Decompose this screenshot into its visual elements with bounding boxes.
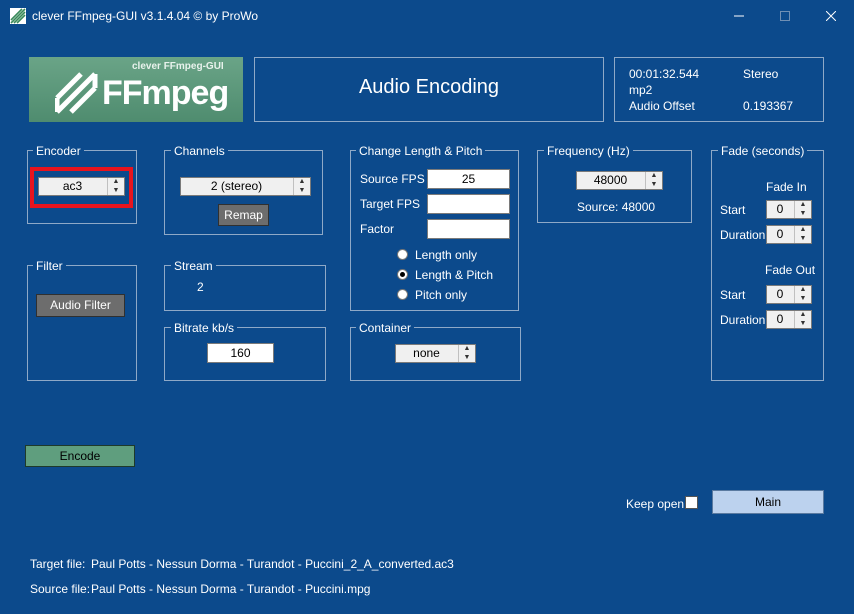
spin-down-icon: ▼ xyxy=(463,353,471,361)
spin-arrows[interactable]: ▲ ▼ xyxy=(794,226,811,243)
fade-in-duration-label: Duration xyxy=(720,228,766,242)
frequency-select[interactable]: 48000 ▲ ▼ xyxy=(576,171,663,190)
fade-in-duration-value: 0 xyxy=(776,227,784,241)
stream-value: 2 xyxy=(197,280,204,294)
minimize-button[interactable] xyxy=(716,0,762,32)
channels-select[interactable]: 2 (stereo) ▲ ▼ xyxy=(180,177,311,196)
spin-arrows[interactable]: ▲ ▼ xyxy=(107,178,124,195)
codec: mp2 xyxy=(629,83,653,97)
fade-in-start-value: 0 xyxy=(776,202,784,216)
fade-out-duration-value: 0 xyxy=(776,312,784,326)
source-fps-input[interactable]: 25 xyxy=(427,169,510,189)
fade-out-label: Fade Out xyxy=(765,263,816,277)
keep-open-checkbox[interactable] xyxy=(685,496,698,509)
stream-legend: Stream xyxy=(171,259,216,273)
ffmpeg-logo-icon xyxy=(55,72,98,114)
spin-up-icon: ▲ xyxy=(112,178,120,185)
main-button[interactable]: Main xyxy=(712,490,824,514)
target-file-value: Paul Potts - Nessun Dorma - Turandot - P… xyxy=(91,557,454,571)
remap-button[interactable]: Remap xyxy=(218,204,269,226)
spin-down-icon: ▼ xyxy=(799,294,807,302)
container-legend: Container xyxy=(356,321,415,335)
fade-in-duration-stepper[interactable]: 0 ▲ ▼ xyxy=(766,225,812,244)
radio-length-pitch[interactable] xyxy=(397,269,408,280)
radio-pitch-only-label[interactable]: Pitch only xyxy=(415,288,467,302)
spin-up-icon: ▲ xyxy=(799,311,807,318)
spin-down-icon: ▼ xyxy=(799,209,807,217)
spin-up-icon: ▲ xyxy=(650,172,658,179)
spin-up-icon: ▲ xyxy=(799,226,807,233)
fade-out-start-stepper[interactable]: 0 ▲ ▼ xyxy=(766,285,812,304)
fade-in-start-stepper[interactable]: 0 ▲ ▼ xyxy=(766,200,812,219)
spin-arrows[interactable]: ▲ ▼ xyxy=(794,311,811,328)
encoder-select[interactable]: ac3 ▲ ▼ xyxy=(38,177,125,196)
audio-offset-value: 0.193367 xyxy=(743,99,794,113)
spin-arrows[interactable]: ▲ ▼ xyxy=(794,201,811,218)
spin-arrows[interactable]: ▲ ▼ xyxy=(794,286,811,303)
encode-button[interactable]: Encode xyxy=(25,445,135,467)
radio-length-pitch-label[interactable]: Length & Pitch xyxy=(415,268,493,282)
filter-group xyxy=(27,265,137,381)
bitrate-input[interactable]: 160 xyxy=(207,343,274,363)
frequency-value: 48000 xyxy=(593,173,628,187)
maximize-button[interactable] xyxy=(762,0,808,32)
pitch-legend: Change Length & Pitch xyxy=(356,144,486,158)
spin-down-icon: ▼ xyxy=(650,180,658,188)
logo-name: FFmpeg xyxy=(102,74,229,112)
target-file-label: Target file: xyxy=(30,557,86,571)
source-file-value: Paul Potts - Nessun Dorma - Turandot - P… xyxy=(91,582,371,596)
app-icon xyxy=(10,8,26,24)
spin-down-icon: ▼ xyxy=(112,186,120,194)
close-button[interactable] xyxy=(808,0,854,32)
duration: 00:01:32.544 xyxy=(629,67,700,81)
audio-offset-label: Audio Offset xyxy=(629,99,695,113)
encoder-legend: Encoder xyxy=(33,144,84,158)
spin-down-icon: ▼ xyxy=(799,234,807,242)
window-title: clever FFmpeg-GUI v3.1.4.04 © by ProWo xyxy=(32,9,259,23)
spin-up-icon: ▲ xyxy=(799,286,807,293)
spin-arrows[interactable]: ▲ ▼ xyxy=(645,172,662,189)
spin-down-icon: ▼ xyxy=(298,186,306,194)
page-title: Audio Encoding xyxy=(358,76,500,98)
radio-length-only[interactable] xyxy=(397,249,408,260)
keep-open-label: Keep open xyxy=(626,497,685,511)
fade-out-start-value: 0 xyxy=(776,287,784,301)
audio-filter-button[interactable]: Audio Filter xyxy=(36,294,125,317)
minimize-icon xyxy=(734,15,744,17)
spin-up-icon: ▲ xyxy=(298,178,306,185)
spin-up-icon: ▲ xyxy=(463,345,471,352)
bitrate-legend: Bitrate kb/s xyxy=(171,321,238,335)
container-select[interactable]: none ▲ ▼ xyxy=(395,344,476,363)
channels-legend: Channels xyxy=(171,144,228,158)
factor-input[interactable] xyxy=(427,219,510,239)
spin-arrows[interactable]: ▲ ▼ xyxy=(458,345,475,362)
encoder-value: ac3 xyxy=(62,179,83,193)
filter-legend: Filter xyxy=(33,259,66,273)
channels-value: 2 (stereo) xyxy=(210,179,263,193)
maximize-icon xyxy=(780,11,790,21)
radio-length-only-label[interactable]: Length only xyxy=(415,248,477,262)
target-fps-input[interactable] xyxy=(427,194,510,214)
fade-in-start-label: Start xyxy=(720,203,746,217)
spin-arrows[interactable]: ▲ ▼ xyxy=(293,178,310,195)
channels-mode: Stereo xyxy=(743,67,779,81)
close-icon xyxy=(825,10,837,22)
fade-legend: Fade (seconds) xyxy=(718,144,808,158)
frequency-legend: Frequency (Hz) xyxy=(544,144,633,158)
fade-out-duration-label: Duration xyxy=(720,313,766,327)
container-value: none xyxy=(413,346,440,360)
target-fps-label: Target FPS xyxy=(360,197,421,211)
source-file-label: Source file: xyxy=(30,582,91,596)
frequency-source: Source: 48000 xyxy=(577,200,656,214)
fade-out-start-label: Start xyxy=(720,288,746,302)
fade-in-label: Fade In xyxy=(766,180,807,194)
logo-subtitle: clever FFmpeg-GUI xyxy=(132,61,224,72)
spin-up-icon: ▲ xyxy=(799,201,807,208)
fade-out-duration-stepper[interactable]: 0 ▲ ▼ xyxy=(766,310,812,329)
source-fps-label: Source FPS xyxy=(360,172,425,186)
spin-down-icon: ▼ xyxy=(799,319,807,327)
radio-pitch-only[interactable] xyxy=(397,289,408,300)
factor-label: Factor xyxy=(360,222,395,236)
